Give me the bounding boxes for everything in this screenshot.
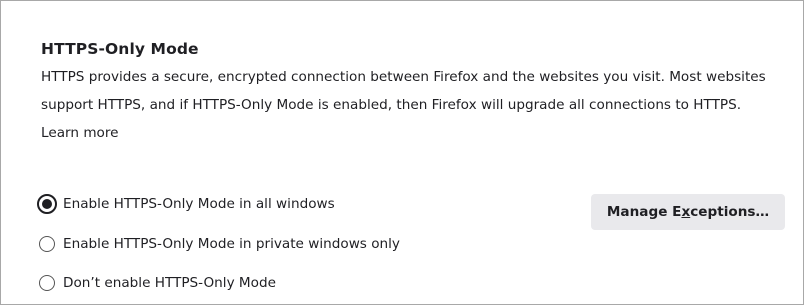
manage-exceptions-label-end: ceptions…: [690, 204, 770, 220]
radio-label-private-windows: Enable HTTPS-Only Mode in private window…: [63, 236, 400, 252]
https-only-mode-section: HTTPS-Only Mode HTTPS provides a secure,…: [41, 37, 781, 147]
section-description: HTTPS provides a secure, encrypted conne…: [41, 69, 766, 113]
radio-label-all-windows: Enable HTTPS-Only Mode in all windows: [63, 196, 335, 212]
manage-exceptions-label-start: Manage E: [606, 204, 682, 220]
radio-option-disable[interactable]: Don’t enable HTTPS-Only Mode: [39, 272, 276, 294]
manage-exceptions-button[interactable]: Manage Exceptions…: [591, 194, 785, 230]
learn-more-link[interactable]: Learn more: [41, 119, 119, 147]
radio-selected-icon[interactable]: [37, 194, 57, 214]
manage-exceptions-access-key: x: [681, 204, 691, 220]
radio-unselected-icon[interactable]: [39, 236, 55, 252]
radio-option-private-windows[interactable]: Enable HTTPS-Only Mode in private window…: [39, 233, 400, 255]
section-title: HTTPS-Only Mode: [41, 40, 199, 58]
radio-label-disable: Don’t enable HTTPS-Only Mode: [63, 275, 276, 291]
https-only-mode-panel: HTTPS-Only Mode HTTPS provides a secure,…: [0, 0, 804, 305]
radio-option-all-windows[interactable]: Enable HTTPS-Only Mode in all windows: [37, 193, 335, 215]
radio-unselected-icon[interactable]: [39, 275, 55, 291]
